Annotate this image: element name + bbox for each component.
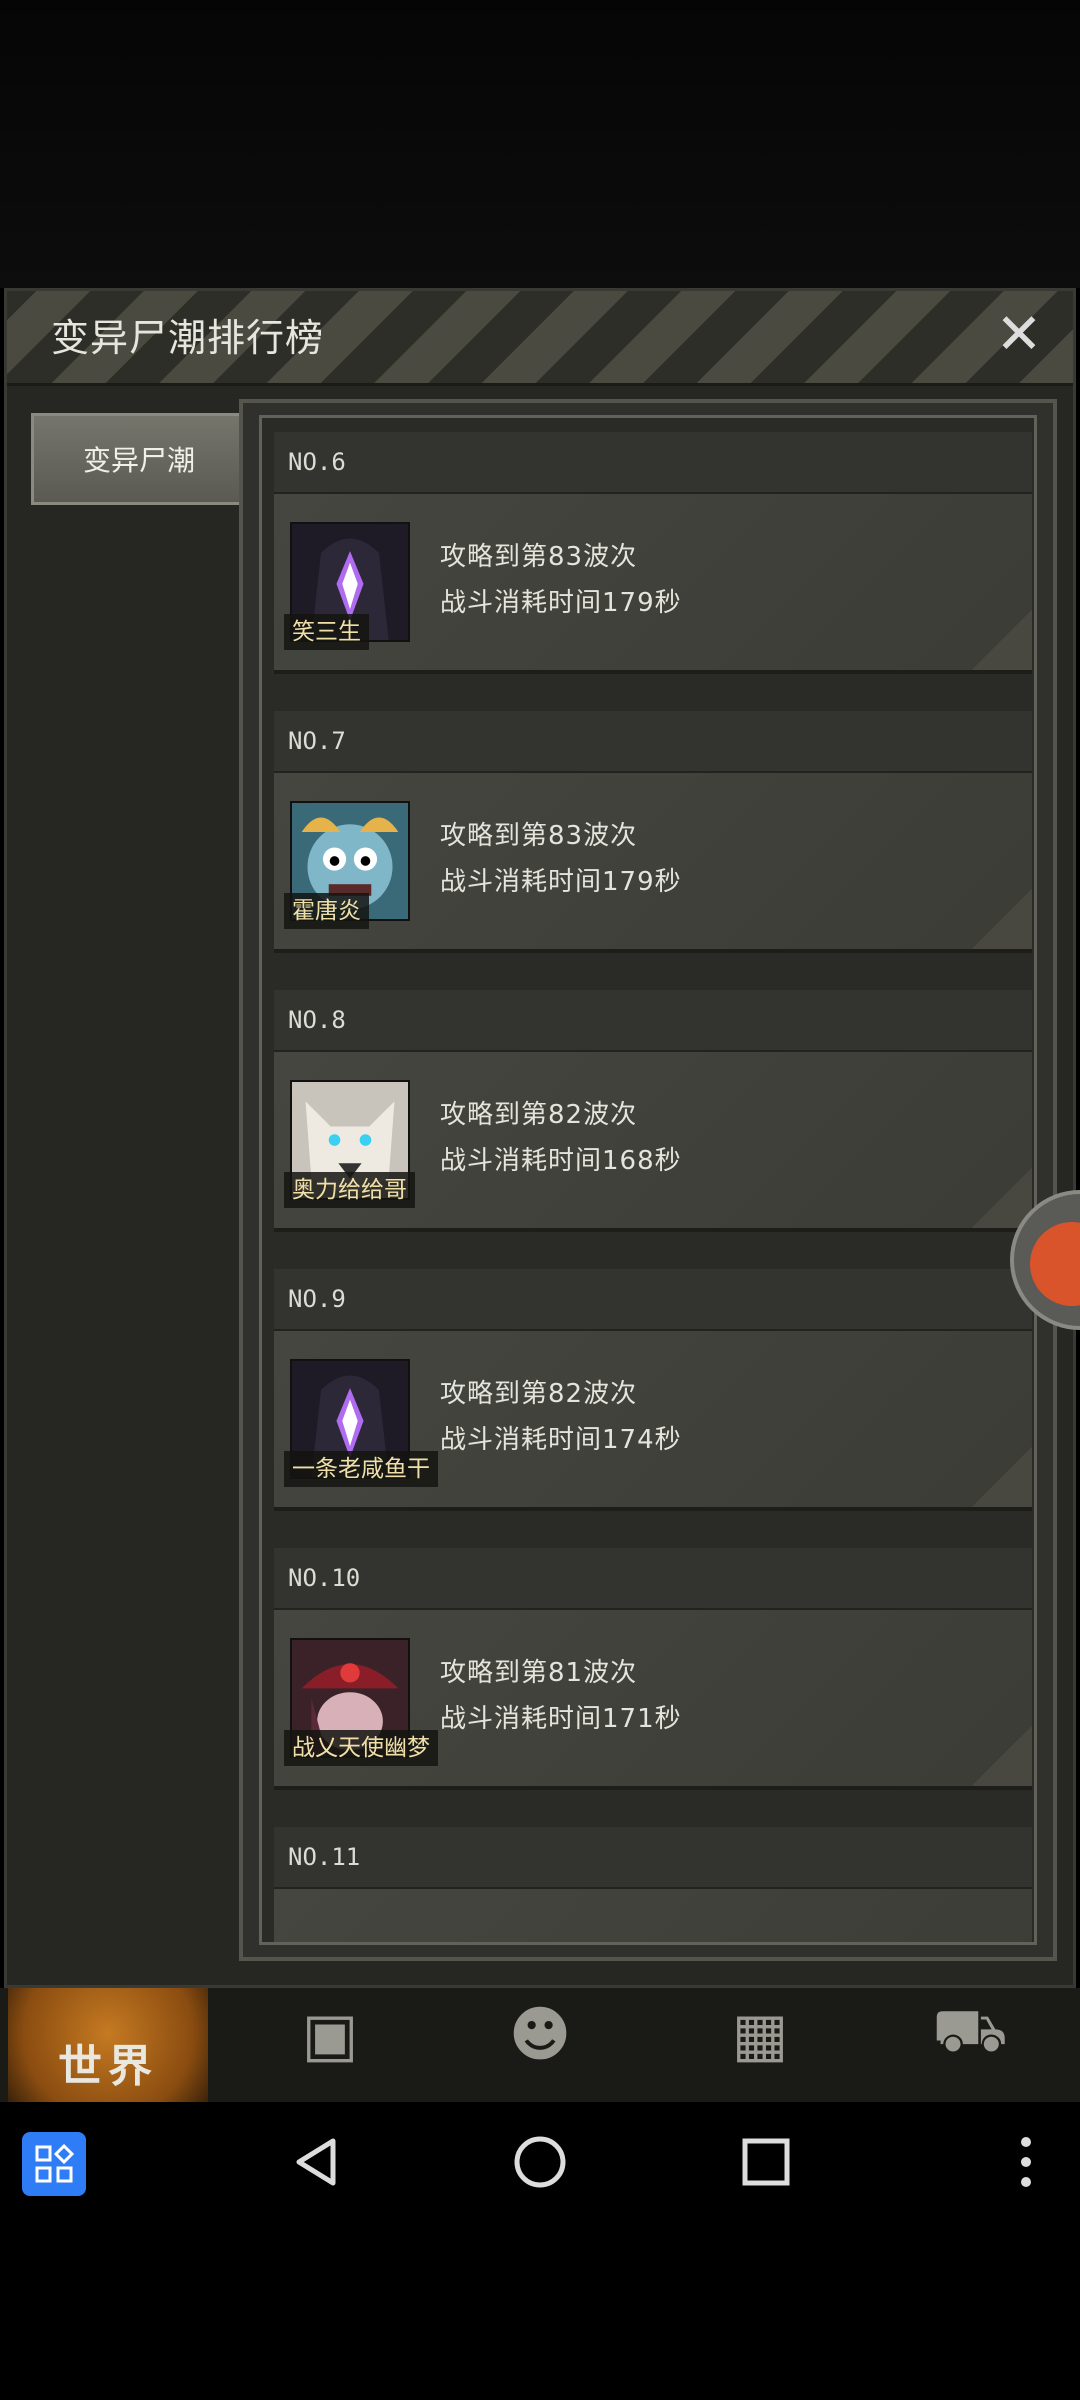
battle-time-text: 战斗消耗时间168秒	[440, 1146, 682, 1176]
player-name: 一条老咸鱼干	[284, 1451, 438, 1487]
close-button[interactable]: ✕	[989, 305, 1049, 365]
player-name: 战乂天使幽梦	[284, 1730, 438, 1766]
ranking-list-frame: NO.6 笑三生 攻略到第83波次 战斗消耗时间179秒 NO.7 霍唐炎 攻略…	[239, 399, 1057, 1961]
nav-world[interactable]: 世界	[8, 1988, 208, 2102]
rank-header: NO.8	[274, 990, 1032, 1052]
cart-icon: ⛟	[932, 1996, 1008, 2066]
player-name: 奥力给给哥	[284, 1172, 415, 1208]
nav-backpack[interactable]: ▣	[230, 1988, 430, 2102]
nav-shop[interactable]: ⛟	[870, 1988, 1070, 2102]
list-item[interactable]: NO.7 霍唐炎 攻略到第83波次 战斗消耗时间179秒	[274, 711, 1032, 949]
rank-body: 笑三生 攻略到第83波次 战斗消耗时间179秒	[274, 494, 1032, 670]
wave-text: 攻略到第81波次	[440, 1658, 638, 1688]
rank-number: NO.9	[288, 1285, 346, 1313]
home-circle-icon	[514, 2136, 566, 2188]
card-watermark	[972, 889, 1032, 949]
rank-header: NO.6	[274, 432, 1032, 494]
head-profile-icon: ☻	[508, 2000, 572, 2070]
building-icon: ▦	[731, 2000, 789, 2070]
system-navigation-bar	[0, 2102, 1080, 2222]
rank-header: NO.11	[274, 1827, 1032, 1889]
game-bottom-nav: 世界 ▣ ☻ ▦ ⛟	[0, 1988, 1080, 2102]
rank-body	[274, 1889, 1032, 1942]
player-name: 笑三生	[284, 614, 369, 650]
rank-number: NO.6	[288, 448, 346, 476]
back-triangle-icon	[296, 2138, 336, 2186]
more-vertical-icon	[1021, 2137, 1031, 2187]
rank-number: NO.7	[288, 727, 346, 755]
ranking-list[interactable]: NO.6 笑三生 攻略到第83波次 战斗消耗时间179秒 NO.7 霍唐炎 攻略…	[259, 415, 1037, 1945]
list-item[interactable]: NO.10 战乂天使幽梦 攻略到第81波次 战斗消耗时间171秒	[274, 1548, 1032, 1786]
nav-building[interactable]: ▦	[660, 1988, 860, 2102]
dialog-header: 变异尸潮排行榜 ✕	[7, 291, 1073, 386]
rank-header: NO.7	[274, 711, 1032, 773]
more-options-button[interactable]	[996, 2132, 1056, 2192]
tab-label: 变异尸潮	[82, 444, 195, 477]
list-item[interactable]: NO.6 笑三生 攻略到第83波次 战斗消耗时间179秒	[274, 432, 1032, 670]
card-watermark	[972, 610, 1032, 670]
rank-number: NO.8	[288, 1006, 346, 1034]
top-background	[0, 0, 1080, 288]
rank-number: NO.10	[288, 1564, 361, 1592]
wave-text: 攻略到第82波次	[440, 1100, 638, 1130]
home-button[interactable]	[510, 2132, 570, 2192]
dialog-title: 变异尸潮排行榜	[51, 316, 325, 360]
tab-mutant-horde[interactable]: 变异尸潮	[31, 413, 247, 505]
back-button[interactable]	[286, 2132, 346, 2192]
battle-time-text: 战斗消耗时间179秒	[440, 867, 682, 897]
list-item[interactable]: NO.11	[274, 1827, 1032, 1942]
battle-time-text: 战斗消耗时间171秒	[440, 1704, 682, 1734]
backpack-icon: ▣	[301, 2000, 359, 2070]
rank-number: NO.11	[288, 1843, 361, 1871]
rank-body: 奥力给给哥 攻略到第82波次 战斗消耗时间168秒	[274, 1052, 1032, 1228]
card-watermark	[972, 1447, 1032, 1507]
assist-icon	[1030, 1222, 1080, 1306]
card-watermark	[972, 1726, 1032, 1786]
rank-body: 战乂天使幽梦 攻略到第81波次 战斗消耗时间171秒	[274, 1610, 1032, 1786]
wave-text: 攻略到第82波次	[440, 1379, 638, 1409]
wave-text: 攻略到第83波次	[440, 542, 638, 572]
apps-grid-icon	[35, 2144, 74, 2183]
leaderboard-dialog: 变异尸潮排行榜 ✕ 变异尸潮 NO.6 笑三生 攻略到第83波次 战斗消耗时间1…	[4, 288, 1076, 1988]
nav-world-label: 世界	[58, 2041, 158, 2092]
rank-header: NO.10	[274, 1548, 1032, 1610]
list-item[interactable]: NO.9 一条老咸鱼干 攻略到第82波次 战斗消耗时间174秒	[274, 1269, 1032, 1507]
list-item[interactable]: NO.8 奥力给给哥 攻略到第82波次 战斗消耗时间168秒	[274, 990, 1032, 1228]
battle-time-text: 战斗消耗时间179秒	[440, 588, 682, 618]
apps-grid-button[interactable]	[22, 2132, 86, 2196]
nav-character[interactable]: ☻	[440, 1988, 640, 2102]
recents-square-icon	[742, 2138, 790, 2186]
player-name: 霍唐炎	[284, 893, 369, 929]
wave-text: 攻略到第83波次	[440, 821, 638, 851]
recents-button[interactable]	[736, 2132, 796, 2192]
rank-header: NO.9	[274, 1269, 1032, 1331]
rank-body: 霍唐炎 攻略到第83波次 战斗消耗时间179秒	[274, 773, 1032, 949]
battle-time-text: 战斗消耗时间174秒	[440, 1425, 682, 1455]
rank-body: 一条老咸鱼干 攻略到第82波次 战斗消耗时间174秒	[274, 1331, 1032, 1507]
